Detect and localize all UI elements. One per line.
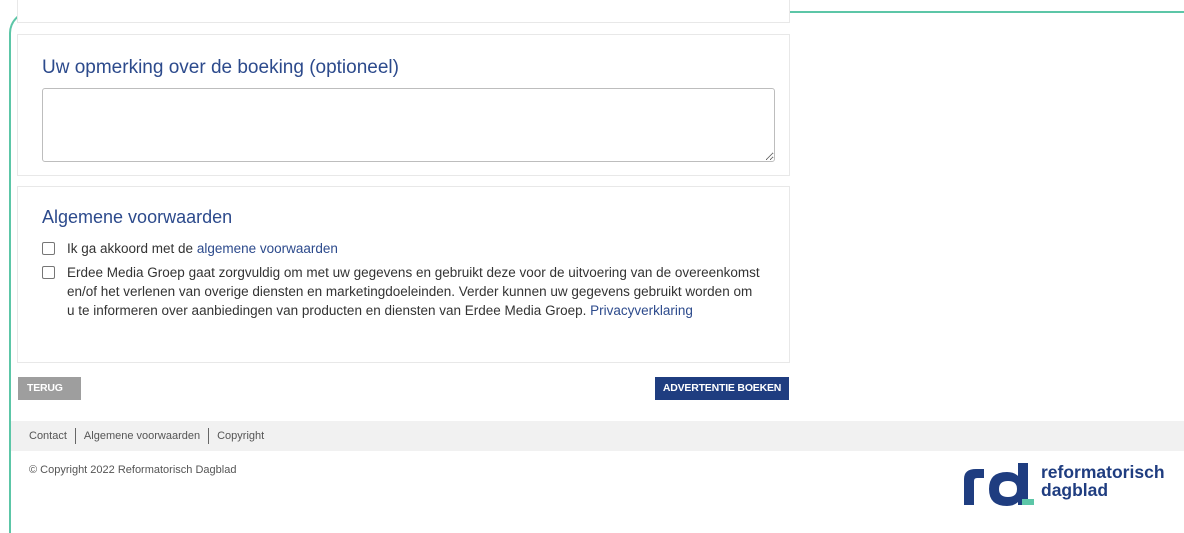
book-ad-button[interactable]: ADVERTENTIE BOEKEN <box>655 377 789 400</box>
privacy-label: Erdee Media Groep gaat zorgvuldig om met… <box>67 265 760 318</box>
previous-card-edge <box>17 0 790 23</box>
footer-link-contact[interactable]: Contact <box>11 430 75 442</box>
rd-logo-mark-icon <box>964 463 1034 506</box>
terms-card: Algemene voorwaarden Ik ga akkoord met d… <box>17 186 790 363</box>
remark-card: Uw opmerking over de boeking (optioneel) <box>17 34 790 176</box>
terms-link[interactable]: algemene voorwaarden <box>197 241 338 256</box>
agree-terms-label: Ik ga akkoord met de algemene voorwaarde… <box>67 241 338 256</box>
remark-textarea[interactable] <box>42 88 775 162</box>
privacy-link[interactable]: Privacyverklaring <box>590 303 693 318</box>
rd-logo-text: reformatorisch dagblad <box>1041 462 1165 500</box>
rd-logo[interactable]: reformatorisch dagblad <box>962 461 1184 511</box>
remark-title: Uw opmerking over de boeking (optioneel) <box>42 57 399 78</box>
footer-links-bar: Contact Algemene voorwaarden Copyright <box>11 421 1184 451</box>
privacy-checkbox[interactable] <box>42 266 55 279</box>
footer-link-copyright[interactable]: Copyright <box>209 430 272 442</box>
footer-link-terms[interactable]: Algemene voorwaarden <box>76 430 208 442</box>
agree-terms-row: Ik ga akkoord met de algemene voorwaarde… <box>42 239 762 258</box>
privacy-row: Erdee Media Groep gaat zorgvuldig om met… <box>42 263 762 320</box>
terms-title: Algemene voorwaarden <box>42 207 233 227</box>
agree-terms-checkbox[interactable] <box>42 242 55 255</box>
back-button[interactable]: TERUG <box>18 377 81 400</box>
copyright-text: © Copyright 2022 Reformatorisch Dagblad <box>29 464 237 476</box>
